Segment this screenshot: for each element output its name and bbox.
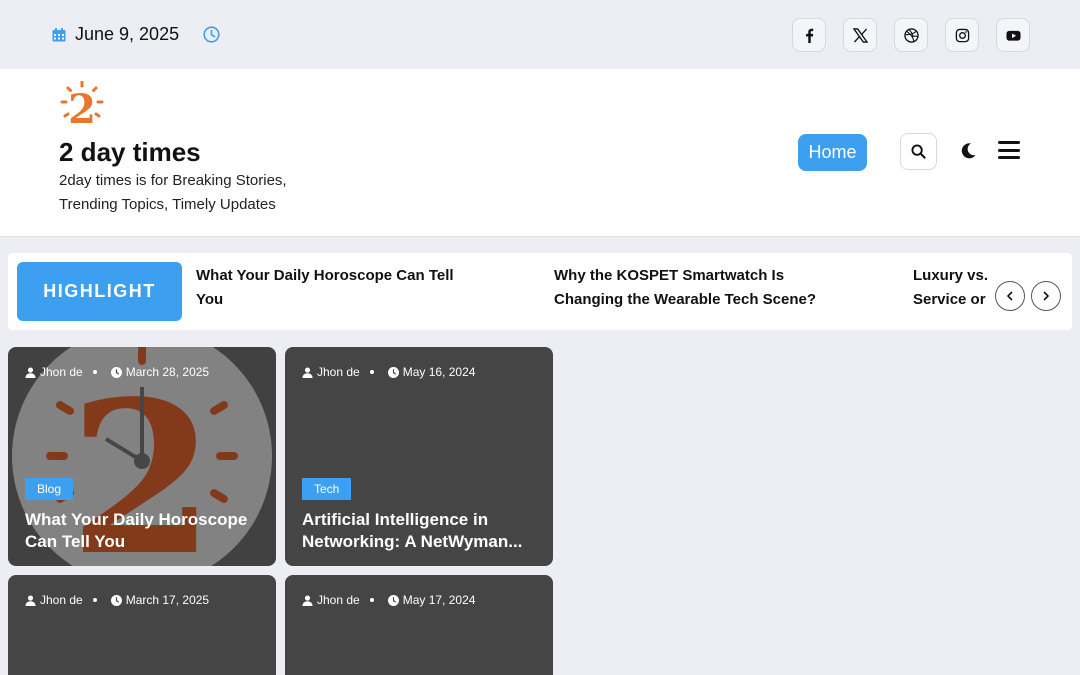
menu-bar	[998, 141, 1020, 144]
clock-icon	[387, 366, 399, 378]
post-date[interactable]: March 28, 2025	[126, 365, 209, 379]
facebook-link[interactable]	[792, 18, 826, 52]
post-card[interactable]: Jhon de May 16, 2024 Tech Artificial Int…	[285, 347, 553, 566]
ticker-item-text: Luxury vs. Service or	[913, 267, 989, 308]
instagram-link[interactable]	[945, 18, 979, 52]
site-logo[interactable]: 2	[60, 80, 104, 133]
highlight-label: HIGHLIGHT	[17, 262, 182, 321]
current-date: June 9, 2025	[75, 24, 180, 44]
separator-dot	[369, 598, 374, 602]
search-button[interactable]	[900, 133, 937, 170]
post-author[interactable]: Jhon de	[317, 365, 360, 379]
post-title[interactable]: Artificial Intelligence in Networking: A…	[302, 509, 542, 553]
category-badge[interactable]: Tech	[302, 478, 352, 500]
social-links	[792, 18, 1030, 52]
ticker-prev-button[interactable]	[995, 281, 1025, 311]
menu-bar	[998, 156, 1020, 159]
post-title-line: What Your Daily Horoscope	[25, 510, 248, 529]
post-title[interactable]: What Your Daily Horoscope Can Tell You	[25, 509, 265, 553]
x-icon	[852, 27, 868, 43]
facebook-icon	[805, 28, 813, 43]
chevron-right-icon	[1043, 291, 1050, 301]
post-author[interactable]: Jhon de	[317, 593, 360, 607]
instagram-icon	[955, 28, 969, 42]
site-header: 2 2 day times 2day times is for Breaking…	[0, 69, 1080, 237]
search-icon	[911, 144, 926, 159]
post-author[interactable]: Jhon de	[40, 593, 83, 607]
post-meta: Jhon de March 28, 2025	[25, 365, 209, 379]
ticker-item[interactable]: Luxury vs. Service or	[913, 264, 993, 312]
clock-icon	[110, 594, 122, 606]
chevron-left-icon	[1006, 291, 1013, 301]
post-title-line: Can Tell You	[25, 532, 126, 551]
post-title-line: Artificial Intelligence in	[302, 510, 489, 529]
user-icon	[302, 366, 313, 378]
hamburger-menu-button[interactable]	[998, 141, 1020, 159]
top-bar: June 9, 2025	[0, 0, 1080, 69]
separator-dot	[369, 370, 374, 374]
clock-icon	[203, 26, 220, 43]
moon-icon	[961, 143, 976, 159]
post-meta: Jhon de March 17, 2025	[25, 593, 209, 607]
site-tagline: 2day times is for Breaking Stories, Tren…	[59, 172, 287, 213]
clock-icon	[387, 594, 399, 606]
post-date[interactable]: May 16, 2024	[403, 365, 476, 379]
menu-bar	[998, 148, 1020, 152]
post-date[interactable]: March 17, 2025	[126, 593, 209, 607]
date-display: June 9, 2025	[52, 24, 220, 45]
post-card[interactable]: Jhon de May 17, 2024	[285, 575, 553, 675]
ticker-item[interactable]: What Your Daily Horoscope Can Tell You	[196, 264, 476, 312]
calendar-icon	[52, 27, 66, 42]
user-icon	[25, 594, 36, 606]
separator-dot	[92, 370, 97, 374]
x-link[interactable]	[843, 18, 877, 52]
nav-home-button[interactable]: Home	[798, 134, 867, 171]
ticker-item[interactable]: Why the KOSPET Smartwatch Is Changing th…	[554, 264, 844, 312]
dark-mode-toggle[interactable]	[958, 141, 978, 161]
svg-text:2: 2	[68, 86, 96, 127]
post-title-line: Networking: A NetWyman...	[302, 532, 523, 551]
post-card[interactable]: Jhon de March 17, 2025	[8, 575, 276, 675]
youtube-icon	[1005, 30, 1021, 41]
youtube-link[interactable]	[996, 18, 1030, 52]
site-title[interactable]: 2 day times	[59, 137, 201, 168]
ticker-next-button[interactable]	[1031, 281, 1061, 311]
dribbble-link[interactable]	[894, 18, 928, 52]
category-badge[interactable]: Blog	[25, 478, 74, 500]
user-icon	[302, 594, 313, 606]
post-card[interactable]: 2 Jhon de March 28, 2025 Blog What Your …	[8, 347, 276, 566]
user-icon	[25, 366, 36, 378]
separator-dot	[92, 598, 97, 602]
post-author[interactable]: Jhon de	[40, 365, 83, 379]
post-meta: Jhon de May 16, 2024	[302, 365, 475, 379]
dribbble-icon	[903, 27, 919, 43]
post-date[interactable]: May 17, 2024	[403, 593, 476, 607]
clock-icon	[110, 366, 122, 378]
post-meta: Jhon de May 17, 2024	[302, 593, 475, 607]
highlight-ticker: HIGHLIGHT What Your Daily Horoscope Can …	[8, 253, 1072, 330]
